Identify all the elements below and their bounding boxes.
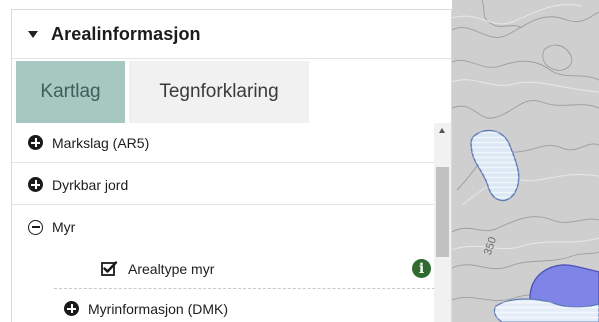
layer-item-label: Dyrkbar jord	[52, 176, 129, 193]
layer-list-scrollbar[interactable]	[434, 123, 451, 322]
info-icon[interactable]: i	[412, 259, 431, 278]
tab-kartlag[interactable]: Kartlag	[16, 61, 125, 123]
scroll-up-arrow-icon[interactable]	[439, 128, 445, 133]
layer-item-label: Arealtype myr	[128, 260, 215, 277]
layer-item-myrinformasjon[interactable]: Myrinformasjon (DMK)	[54, 289, 435, 322]
layer-item-label: Myrinformasjon (DMK)	[88, 300, 229, 317]
caret-down-icon[interactable]	[28, 30, 38, 38]
expand-plus-icon[interactable]	[28, 177, 43, 192]
panel-header[interactable]: Arealinformasjon	[12, 10, 451, 59]
tab-bar: Kartlag Tegnforklaring	[12, 59, 451, 123]
layer-list: Markslag (AR5) Dyrkbar jord Myr Arealtyp…	[12, 123, 451, 322]
layer-item-myr[interactable]: Myr	[12, 207, 435, 247]
expand-plus-icon[interactable]	[28, 135, 43, 150]
map-canvas	[452, 0, 599, 322]
area-info-panel: Arealinformasjon Kartlag Tegnforklaring …	[11, 9, 452, 322]
checkbox-checked-icon[interactable]	[100, 260, 118, 278]
panel-title: Arealinformasjon	[51, 23, 201, 44]
layer-item-label: Myr	[52, 219, 76, 235]
tab-tegnforklaring[interactable]: Tegnforklaring	[129, 61, 309, 123]
layer-item-markslag[interactable]: Markslag (AR5)	[12, 123, 435, 163]
scrollbar-thumb[interactable]	[436, 167, 449, 257]
layer-item-dyrkbar-jord[interactable]: Dyrkbar jord	[12, 165, 435, 205]
layer-item-arealtype-myr[interactable]: Arealtype myr i	[54, 249, 435, 289]
app-root: Arealinformasjon Kartlag Tegnforklaring …	[0, 0, 599, 322]
map-view[interactable]: 350	[452, 0, 599, 322]
expand-plus-icon[interactable]	[64, 301, 79, 316]
collapse-minus-icon[interactable]	[28, 219, 43, 235]
layer-item-label: Markslag (AR5)	[52, 134, 150, 151]
